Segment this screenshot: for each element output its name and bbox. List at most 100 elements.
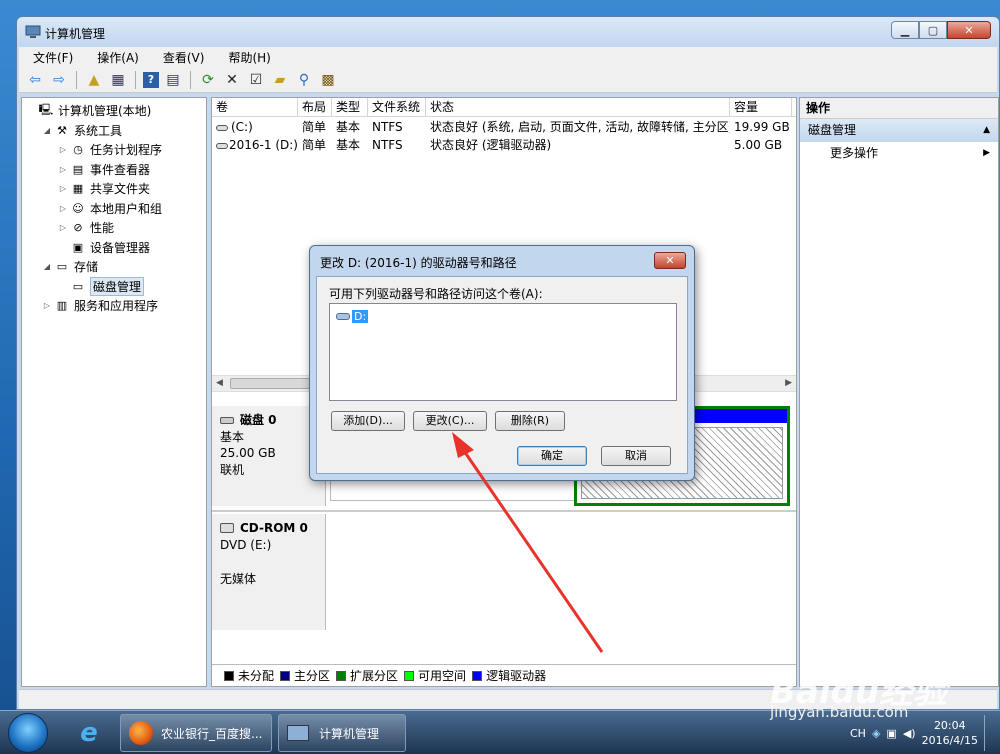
menu-help[interactable]: 帮助(H): [214, 49, 280, 66]
scroll-left-icon[interactable]: ◀: [216, 378, 223, 388]
back-icon[interactable]: ⇦: [25, 70, 45, 90]
settings-icon[interactable]: ▩: [318, 70, 338, 90]
language-indicator[interactable]: CH: [850, 727, 866, 740]
volume-status: 状态良好 (系统, 启动, 页面文件, 活动, 故障转储, 主分区): [430, 120, 730, 134]
volume-label: (C:): [231, 120, 253, 134]
actions-section-disk-management[interactable]: 磁盘管理 ▲: [800, 119, 998, 142]
menu-action[interactable]: 操作(A): [83, 49, 149, 66]
menu-view[interactable]: 查看(V): [149, 49, 215, 66]
disk-status: 联机: [220, 462, 245, 477]
dialog-title: 更改 D: (2016-1) 的驱动器号和路径: [320, 256, 517, 270]
clock[interactable]: 20:04 2016/4/15: [922, 718, 978, 748]
minimize-button[interactable]: ▁: [891, 21, 919, 39]
tree-item[interactable]: ▷ ▥ 服务和应用程序: [22, 296, 206, 316]
cd-drive-icon: [220, 523, 234, 534]
expanded-arrow-icon[interactable]: ◢: [42, 126, 52, 135]
forward-icon[interactable]: ⇨: [49, 70, 69, 90]
up-folder-icon[interactable]: ▲: [84, 70, 104, 90]
column-volume[interactable]: 卷: [212, 98, 298, 116]
scroll-right-icon[interactable]: ▶: [785, 378, 792, 388]
title-bar[interactable]: 计算机管理 ▁ ▢ ✕: [17, 17, 999, 47]
console-tree: 🖳 计算机管理(本地) ◢ ⚒ 系统工具 ▷ ◷ 任务计划程序 ▷ ▤ 事件查看器 ▷ ▦ 共享文件夹 ▷ ☺…: [21, 97, 207, 687]
volume-filesystem: NTFS: [372, 138, 403, 152]
actions-pane: 操作 磁盘管理 ▲ 更多操作 ▶: [799, 97, 999, 687]
delete-button[interactable]: 删除(R): [495, 411, 565, 431]
tree-item-label: 设备管理器: [90, 240, 151, 255]
start-button[interactable]: [8, 713, 48, 753]
collapse-icon[interactable]: ▲: [983, 119, 990, 142]
volume-filesystem: NTFS: [372, 120, 403, 134]
close-button[interactable]: ✕: [947, 21, 991, 39]
help-icon[interactable]: ?: [143, 71, 159, 88]
legend-label: 未分配: [238, 669, 275, 683]
menu-file[interactable]: 文件(F): [19, 49, 83, 66]
tree-item[interactable]: ▷ ⊘ 性能: [22, 218, 206, 238]
tree-item[interactable]: ▷ ☺ 本地用户和组: [22, 199, 206, 219]
column-type[interactable]: 类型: [332, 98, 368, 116]
add-button[interactable]: 添加(D)...: [331, 411, 405, 431]
dialog-close-button[interactable]: ✕: [654, 252, 686, 269]
column-filesystem[interactable]: 文件系统: [368, 98, 426, 116]
collapsed-arrow-icon[interactable]: ▷: [58, 165, 68, 174]
show-hide-tree-icon[interactable]: ▦: [108, 70, 128, 90]
search-icon[interactable]: ⚲: [294, 70, 314, 90]
taskbar-item-computer-management[interactable]: 计算机管理: [278, 714, 406, 752]
drive-path-list[interactable]: D:: [329, 303, 677, 401]
table-row[interactable]: (C:) 简单 基本 NTFS 状态良好 (系统, 启动, 页面文件, 活动, …: [212, 118, 796, 136]
column-status[interactable]: 状态: [426, 98, 730, 116]
cdrom-0-label[interactable]: CD-ROM 0 DVD (E:) 无媒体: [212, 514, 326, 630]
ime-icon[interactable]: ◈: [872, 727, 880, 740]
tree-item[interactable]: ▷ ▤ 事件查看器: [22, 160, 206, 180]
change-button[interactable]: 更改(C)...: [413, 411, 487, 431]
clock-time: 20:04: [933, 719, 966, 732]
menu-bar: 文件(F) 操作(A) 查看(V) 帮助(H): [19, 47, 997, 67]
hard-disk-icon: [220, 416, 234, 424]
shared-folder-icon: ▦: [72, 182, 84, 196]
check-icon[interactable]: ☑: [246, 70, 266, 90]
volume-icon[interactable]: ◀): [903, 727, 916, 740]
tree-item-label: 共享文件夹: [90, 182, 151, 197]
tree-item[interactable]: ◢ ⚒ 系统工具: [22, 121, 206, 141]
tree-item[interactable]: ◢ ▭ 存储: [22, 257, 206, 277]
tree-item[interactable]: ▷ ▦ 共享文件夹: [22, 179, 206, 199]
tree-item-label: 系统工具: [74, 123, 123, 138]
refresh-icon[interactable]: ⟳: [198, 70, 218, 90]
collapsed-arrow-icon[interactable]: ▷: [58, 145, 68, 154]
legend-swatch: [404, 670, 415, 681]
tree-item[interactable]: ▣ 设备管理器: [22, 238, 206, 258]
taskbar-item-browser[interactable]: 农业银行_百度搜...: [120, 714, 272, 752]
properties-icon[interactable]: ▤: [163, 70, 183, 90]
tree-item[interactable]: 🖳 计算机管理(本地): [22, 101, 206, 121]
maximize-button[interactable]: ▢: [919, 21, 947, 39]
volume-type: 基本: [336, 138, 361, 152]
drive-letter-entry: D:: [352, 310, 369, 323]
delete-icon[interactable]: ✕: [222, 70, 242, 90]
column-layout[interactable]: 布局: [298, 98, 332, 116]
ok-button[interactable]: 确定: [517, 446, 587, 466]
legend-swatch: [224, 670, 234, 681]
storage-icon: ▭: [56, 260, 68, 274]
toolbar-divider: [135, 70, 136, 89]
legend-swatch: [472, 670, 483, 681]
collapsed-arrow-icon[interactable]: ▷: [42, 301, 52, 310]
collapsed-arrow-icon[interactable]: ▷: [58, 204, 68, 213]
tree-item[interactable]: ▷ ◷ 任务计划程序: [22, 140, 206, 160]
computer-management-icon: [25, 25, 41, 38]
cancel-button[interactable]: 取消: [601, 446, 671, 466]
volume-layout: 简单: [302, 138, 327, 152]
ie-taskbar-icon[interactable]: e: [64, 714, 114, 752]
expanded-arrow-icon[interactable]: ◢: [42, 262, 52, 271]
collapsed-arrow-icon[interactable]: ▷: [58, 223, 68, 232]
tree-item-label: 存储: [74, 260, 99, 275]
collapsed-arrow-icon[interactable]: ▷: [58, 184, 68, 193]
open-folder-icon[interactable]: ▰: [270, 70, 290, 90]
list-item[interactable]: D:: [336, 310, 369, 323]
baidu-watermark-url: jingyan.baidu.com: [770, 703, 909, 721]
more-actions-item[interactable]: 更多操作 ▶: [800, 142, 998, 164]
network-icon[interactable]: ▣: [886, 727, 896, 740]
column-capacity[interactable]: 容量: [730, 98, 792, 116]
show-desktop-button[interactable]: [984, 715, 994, 751]
table-row[interactable]: 2016-1 (D:) 简单 基本 NTFS 状态良好 (逻辑驱动器) 5.00…: [212, 136, 796, 154]
volume-type: 基本: [336, 120, 361, 134]
tree-item[interactable]: ▭ 磁盘管理: [22, 276, 206, 297]
